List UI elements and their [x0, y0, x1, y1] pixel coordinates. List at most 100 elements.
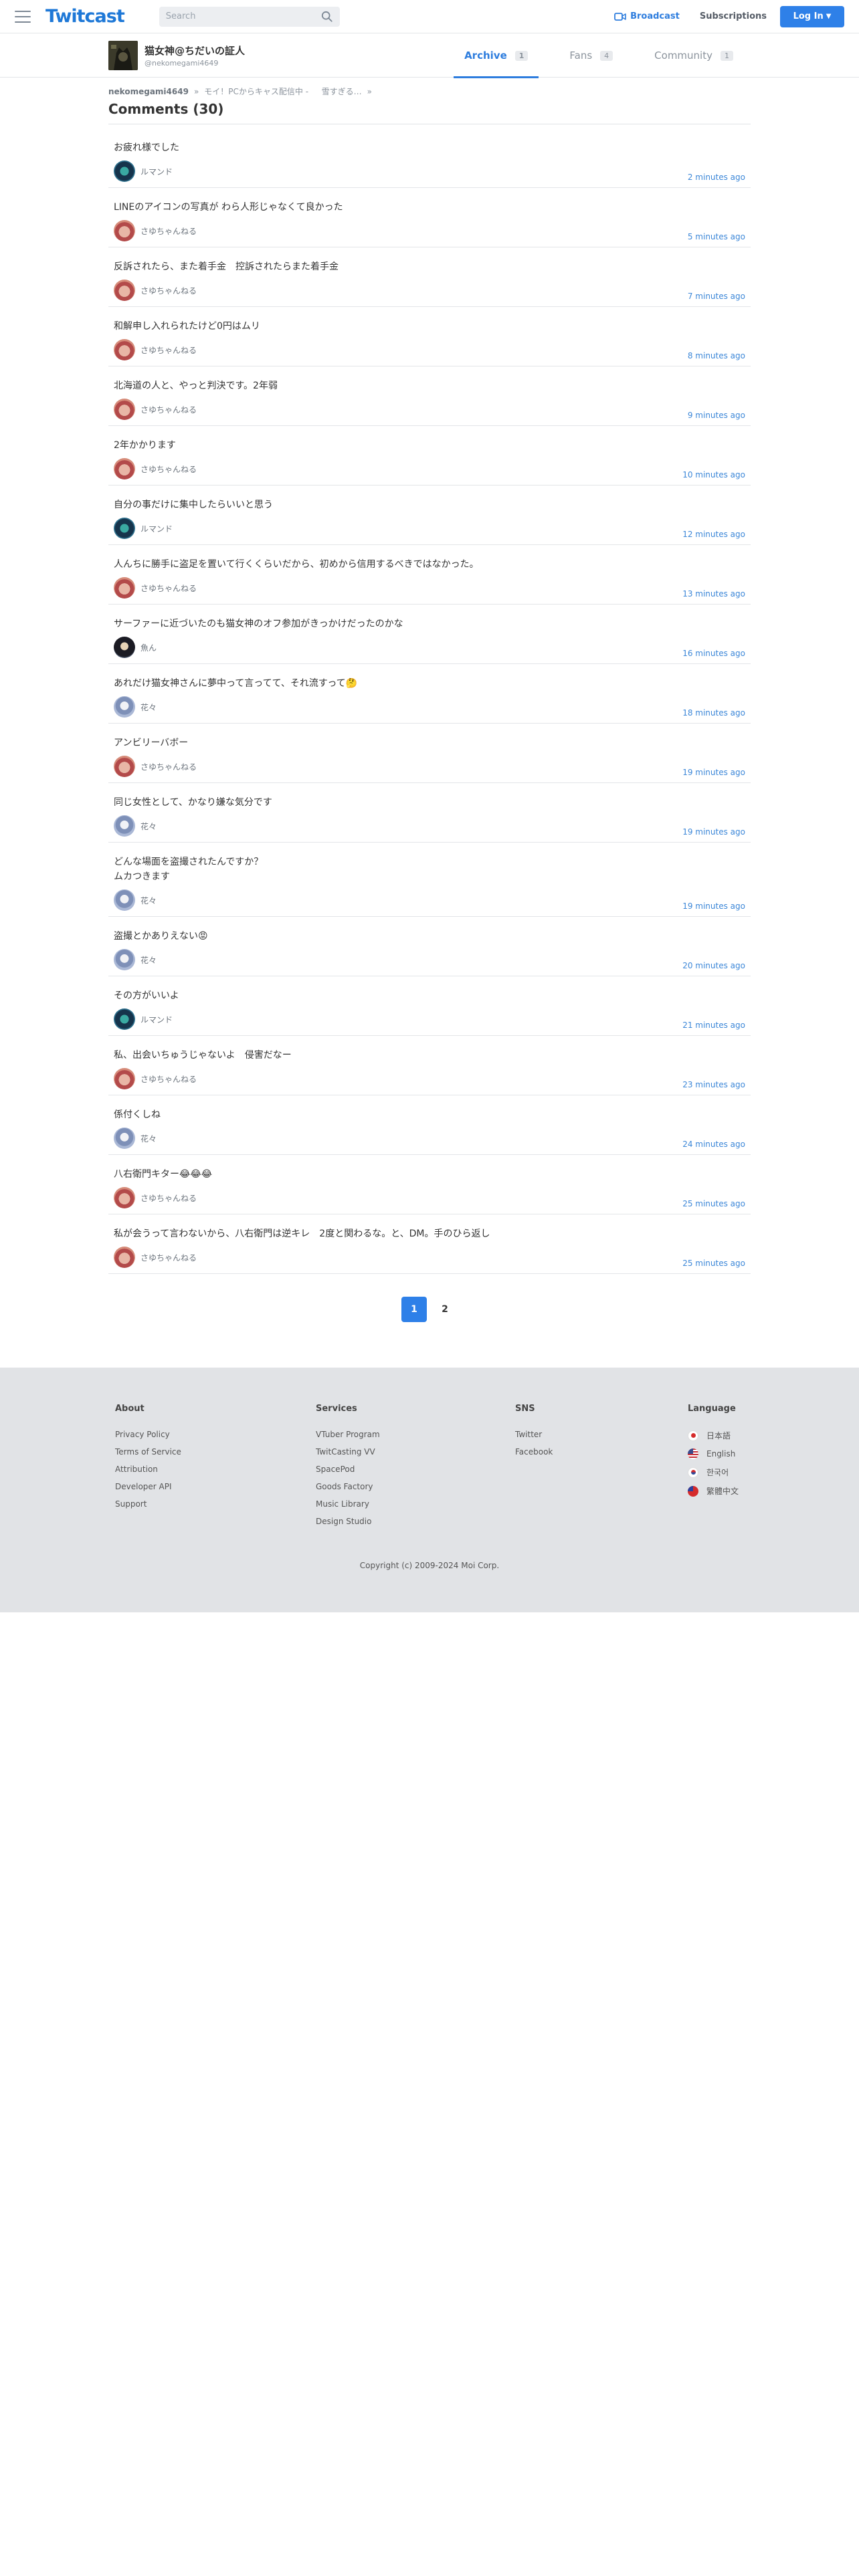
- comment-timestamp[interactable]: 2 minutes ago: [688, 173, 745, 182]
- comment-item: お疲れ様でした ルマンド 2 minutes ago: [108, 128, 751, 188]
- commenter-name[interactable]: 花々: [140, 821, 157, 832]
- breadcrumb-separator: »: [367, 86, 373, 96]
- login-button[interactable]: Log In ▼: [780, 5, 844, 27]
- comment-timestamp[interactable]: 10 minutes ago: [682, 470, 745, 479]
- tab-count-badge: 1: [721, 50, 733, 61]
- commenter-avatar[interactable]: [114, 1128, 135, 1149]
- commenter-name[interactable]: さゆちゃんねる: [140, 761, 197, 772]
- comment-timestamp[interactable]: 24 minutes ago: [682, 1140, 745, 1149]
- comment-timestamp[interactable]: 21 minutes ago: [682, 1021, 745, 1030]
- commenter-name[interactable]: 花々: [140, 1133, 157, 1144]
- footer-link[interactable]: Design Studio: [316, 1517, 515, 1526]
- footer-link[interactable]: TwitCasting VV: [316, 1447, 515, 1457]
- comment-timestamp[interactable]: 9 minutes ago: [688, 411, 745, 420]
- commenter-avatar[interactable]: [114, 1247, 135, 1268]
- commenter-avatar[interactable]: [114, 280, 135, 301]
- comment-timestamp[interactable]: 25 minutes ago: [682, 1259, 745, 1268]
- commenter-name[interactable]: さゆちゃんねる: [140, 463, 197, 475]
- footer-link[interactable]: Music Library: [316, 1499, 515, 1509]
- commenter-name[interactable]: さゆちゃんねる: [140, 225, 197, 237]
- commenter-avatar[interactable]: [114, 949, 135, 970]
- commenter-name[interactable]: さゆちゃんねる: [140, 582, 197, 594]
- broadcast-link[interactable]: Broadcast: [614, 11, 680, 21]
- tab-archive[interactable]: Archive 1: [454, 33, 539, 78]
- comment-timestamp[interactable]: 19 minutes ago: [682, 901, 745, 911]
- footer-about: About Privacy Policy Terms of Service At…: [115, 1404, 316, 1534]
- comment-timestamp[interactable]: 7 minutes ago: [688, 292, 745, 301]
- commenter-name[interactable]: さゆちゃんねる: [140, 344, 197, 356]
- comment-timestamp[interactable]: 16 minutes ago: [682, 649, 745, 658]
- commenter-name[interactable]: 花々: [140, 954, 157, 966]
- commenter-avatar[interactable]: [114, 889, 135, 911]
- commenter-avatar[interactable]: [114, 577, 135, 599]
- footer-link[interactable]: Support: [115, 1499, 316, 1509]
- twitcast-logo[interactable]: Twitcast: [45, 6, 125, 27]
- search-icon[interactable]: [321, 11, 333, 23]
- comment-timestamp[interactable]: 20 minutes ago: [682, 961, 745, 970]
- chevron-down-icon: ▼: [826, 13, 832, 20]
- footer-link[interactable]: Developer API: [115, 1482, 316, 1491]
- comment-timestamp[interactable]: 13 minutes ago: [682, 589, 745, 599]
- subscriptions-link[interactable]: Subscriptions: [700, 11, 767, 21]
- commenter-avatar[interactable]: [114, 637, 135, 658]
- commenter-name[interactable]: さゆちゃんねる: [140, 1073, 197, 1085]
- comment-timestamp[interactable]: 25 minutes ago: [682, 1199, 745, 1208]
- comment-item: 北海道の人と、やっと判決です。2年弱 さゆちゃんねる 9 minutes ago: [108, 366, 751, 426]
- comment-timestamp[interactable]: 18 minutes ago: [682, 708, 745, 718]
- commenter-avatar[interactable]: [114, 696, 135, 718]
- profile-id: @nekomegami4649: [145, 59, 219, 68]
- footer-link[interactable]: VTuber Program: [316, 1430, 515, 1439]
- breadcrumb-user[interactable]: nekomegami4649: [108, 87, 189, 96]
- commenter-avatar[interactable]: [114, 399, 135, 420]
- footer-link[interactable]: Twitter: [515, 1430, 688, 1439]
- comment-timestamp[interactable]: 5 minutes ago: [688, 232, 745, 241]
- commenter-avatar[interactable]: [114, 1008, 135, 1030]
- commenter-avatar[interactable]: [114, 518, 135, 539]
- language-option-en[interactable]: English: [688, 1448, 739, 1459]
- page-button-1[interactable]: 1: [401, 1297, 427, 1322]
- tab-fans[interactable]: Fans 4: [559, 33, 624, 78]
- footer-link[interactable]: Terms of Service: [115, 1447, 316, 1457]
- commenter-name[interactable]: ルマンド: [140, 166, 173, 177]
- commenter-name[interactable]: さゆちゃんねる: [140, 285, 197, 296]
- commenter-name[interactable]: さゆちゃんねる: [140, 1252, 197, 1263]
- commenter-name[interactable]: 花々: [140, 702, 157, 713]
- comment-timestamp[interactable]: 12 minutes ago: [682, 530, 745, 539]
- tab-community[interactable]: Community 1: [644, 33, 744, 78]
- commenter-avatar[interactable]: [114, 815, 135, 837]
- commenter-avatar[interactable]: [114, 1187, 135, 1208]
- comment-timestamp[interactable]: 19 minutes ago: [682, 768, 745, 777]
- comment-timestamp[interactable]: 8 minutes ago: [688, 351, 745, 360]
- commenter-avatar[interactable]: [114, 160, 135, 182]
- commenter-name[interactable]: さゆちゃんねる: [140, 404, 197, 415]
- commenter-name[interactable]: 魚ん: [140, 642, 157, 653]
- breadcrumb-movie[interactable]: モイ！PCからキャス配信中 - 雪すぎる…: [204, 86, 361, 97]
- commenter-avatar[interactable]: [114, 756, 135, 777]
- commenter-name[interactable]: さゆちゃんねる: [140, 1192, 197, 1204]
- footer-link[interactable]: Goods Factory: [316, 1482, 515, 1491]
- search-input[interactable]: [165, 11, 321, 21]
- language-option-ja[interactable]: 日本語: [688, 1430, 739, 1441]
- comment-item: 2年かかります さゆちゃんねる 10 minutes ago: [108, 426, 751, 486]
- language-option-zh-tw[interactable]: 繁體中文: [688, 1485, 739, 1497]
- commenter-avatar[interactable]: [114, 1068, 135, 1089]
- comment-timestamp[interactable]: 23 minutes ago: [682, 1080, 745, 1089]
- copyright: Copyright (c) 2009-2024 Moi Corp.: [359, 1561, 500, 1570]
- comment-timestamp[interactable]: 19 minutes ago: [682, 827, 745, 837]
- commenter-avatar[interactable]: [114, 339, 135, 360]
- footer-link[interactable]: SpacePod: [316, 1465, 515, 1474]
- commenter-name[interactable]: ルマンド: [140, 1014, 173, 1025]
- page-button-2[interactable]: 2: [432, 1297, 458, 1322]
- menu-icon[interactable]: [15, 10, 31, 23]
- language-option-ko[interactable]: 한국어: [688, 1467, 739, 1478]
- footer-link[interactable]: Attribution: [115, 1465, 316, 1474]
- footer-link[interactable]: Privacy Policy: [115, 1430, 316, 1439]
- commenter-avatar[interactable]: [114, 458, 135, 479]
- search-box[interactable]: [159, 6, 340, 27]
- profile-name[interactable]: 猫女神@ちだいの証人: [145, 43, 245, 58]
- commenter-name[interactable]: 花々: [140, 895, 157, 906]
- profile-avatar[interactable]: [108, 41, 138, 70]
- commenter-avatar[interactable]: [114, 220, 135, 241]
- footer-link[interactable]: Facebook: [515, 1447, 688, 1457]
- commenter-name[interactable]: ルマンド: [140, 523, 173, 534]
